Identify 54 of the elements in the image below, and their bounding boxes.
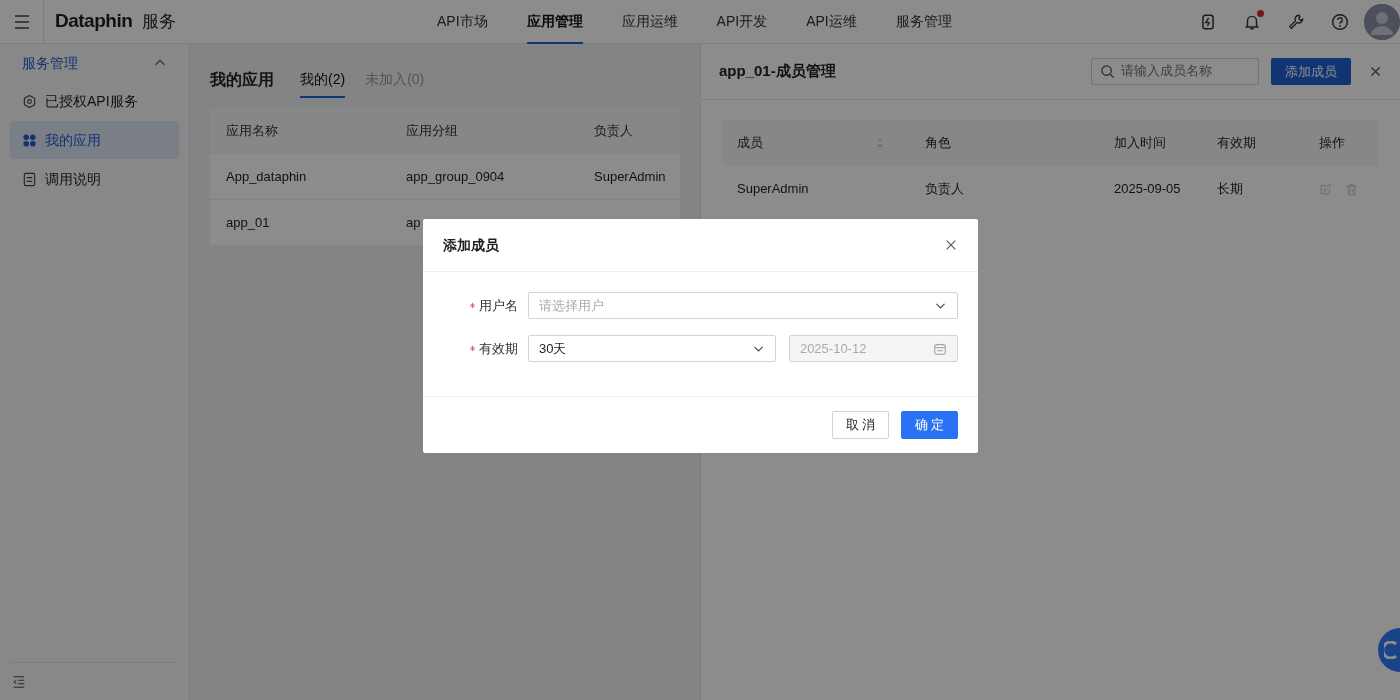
dialog-title: 添加成员 [443, 235, 499, 255]
shield-icon [22, 93, 37, 109]
search-icon [1100, 64, 1115, 79]
page-title: 我的应用 [210, 70, 274, 90]
wrench-icon[interactable] [1287, 12, 1305, 31]
product-name: 服务 [142, 10, 177, 33]
column-header: 有效期 [1217, 134, 1256, 153]
column-header: 负责人 [593, 121, 634, 140]
document-icon [22, 171, 37, 187]
add-member-button[interactable]: 添加成员 [1271, 58, 1351, 85]
table-cell-text: SuperAdmin [593, 167, 667, 186]
nav-tab[interactable]: API市场 [437, 0, 488, 44]
calendar-icon [933, 341, 947, 356]
logo: Dataphin [55, 9, 133, 34]
menu-icon[interactable] [13, 14, 30, 29]
help-icon[interactable] [1331, 12, 1349, 31]
column-header: 角色 [925, 134, 951, 153]
panel-title: app_01-成员管理 [719, 61, 836, 82]
cancel-button[interactable]: 取 消 [832, 411, 889, 439]
grid-icon [22, 132, 37, 148]
table-cell-text: app_01 [225, 213, 271, 232]
field-label: 有效期 [479, 339, 518, 358]
chat-icon [1384, 641, 1398, 659]
select-field[interactable]: 30天 [528, 335, 776, 362]
sidebar-item[interactable]: 调用说明 [10, 160, 179, 198]
nav-tab[interactable]: API开发 [716, 0, 768, 44]
collapse-icon[interactable] [12, 674, 26, 689]
nav-tab[interactable]: API运维 [806, 0, 857, 44]
table-cell-text: 负责人 [924, 180, 965, 199]
tab[interactable]: 我的(2) [300, 69, 346, 98]
confirm-button[interactable]: 确 定 [901, 411, 958, 439]
table-cell-text: 长期 [1216, 180, 1244, 199]
field-label: 用户名 [478, 296, 518, 315]
column-header: 加入时间 [1114, 134, 1166, 153]
close-icon[interactable] [1369, 65, 1382, 78]
table-cell-text: app_group_0904 [405, 167, 506, 186]
column-header: 操作 [1319, 134, 1345, 153]
sidebar-group[interactable]: 服务管理 [10, 44, 179, 82]
table-cell-text: SuperAdmin [736, 180, 810, 199]
battery-icon[interactable] [1199, 12, 1217, 31]
column-header: 应用名称 [225, 121, 279, 140]
table-cell-text: App_dataphin [225, 167, 308, 186]
column-header: 成员 [737, 134, 763, 153]
table-cell-text: ap [405, 213, 422, 232]
column-header: 应用分组 [405, 121, 459, 140]
sidebar-item[interactable]: 我的应用 [10, 121, 179, 159]
search-box[interactable]: 请输入成员名称 [1091, 58, 1259, 85]
date-field: 2025-10-12 [788, 335, 958, 362]
nav-tab[interactable]: 服务管理 [895, 0, 952, 44]
table-cell-text: 2025-09-05 [1113, 180, 1182, 199]
avatar[interactable] [1364, 3, 1400, 40]
sidebar-item[interactable]: 已授权API服务 [10, 82, 179, 120]
close-icon[interactable] [944, 238, 958, 252]
nav-tab[interactable]: 应用运维 [621, 0, 678, 44]
